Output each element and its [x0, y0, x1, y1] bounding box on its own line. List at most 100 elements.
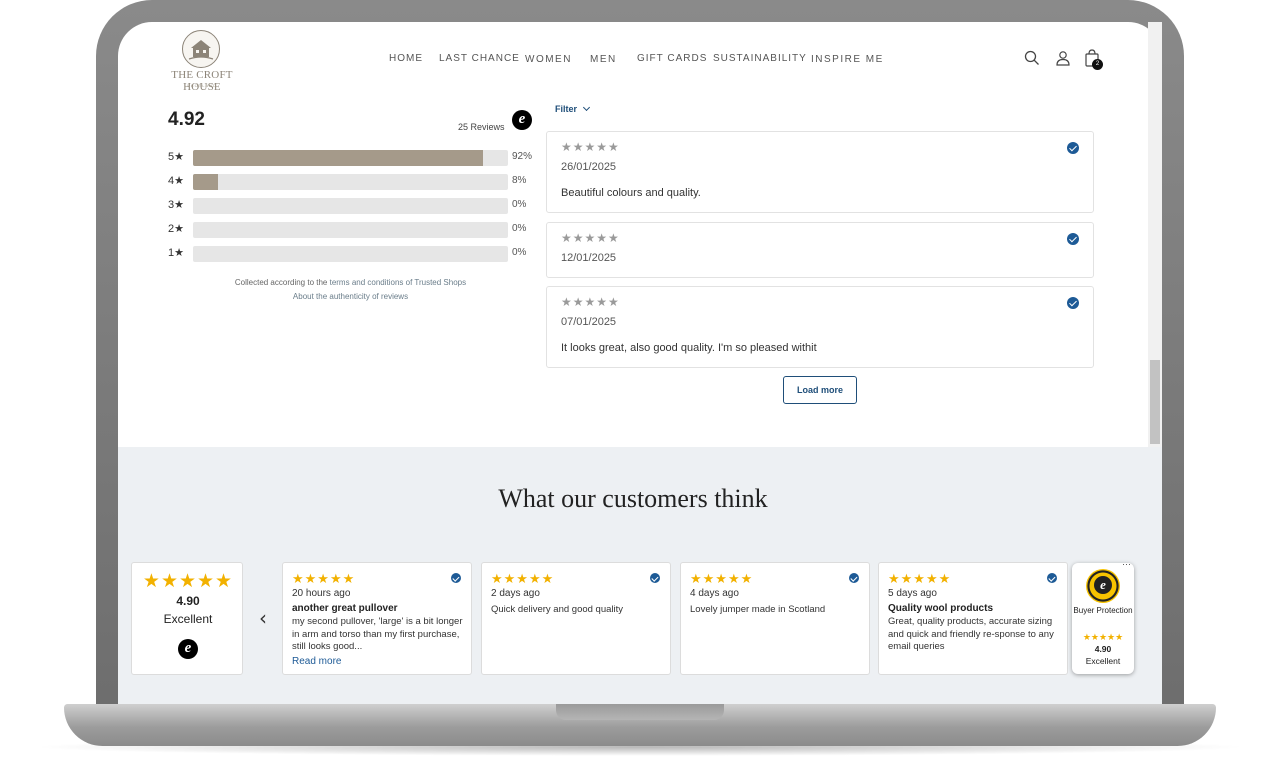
rating-bar-fill — [193, 150, 483, 166]
account-icon[interactable] — [1055, 50, 1073, 68]
review-date: 12/01/2025 — [561, 252, 617, 264]
review-stars: ★★★★★ — [561, 140, 620, 154]
testimonial-body: Lovely jumper made in Scotland — [690, 604, 826, 615]
verified-icon — [451, 573, 461, 583]
rating-bar-track — [193, 150, 508, 166]
testimonial-body: Great, quality products, accurate sizing… — [888, 616, 1054, 652]
rating-bar-track — [193, 174, 508, 190]
testimonial-time: 20 hours ago — [292, 588, 351, 599]
seal-letter: e — [1094, 576, 1112, 594]
reviews-count: 25 Reviews — [458, 122, 505, 132]
rating-bar-percent: 0% — [512, 247, 527, 258]
verified-icon — [1067, 142, 1079, 154]
logo-subtext: SCOTLAND — [187, 83, 217, 88]
rating-bar-percent: 0% — [512, 223, 527, 234]
testimonial-card[interactable]: ★★★★★ 5 days ago Quality wool products G… — [878, 562, 1068, 675]
testimonial-title: Quality wool products — [888, 603, 994, 614]
rating-bar-4[interactable]: 4★ 8% — [168, 174, 538, 190]
house-logo-icon — [182, 30, 220, 68]
cart-icon[interactable]: 2 — [1084, 49, 1106, 71]
rating-bar-percent: 0% — [512, 199, 527, 210]
rating-bar-track — [193, 246, 508, 262]
rating-bar-label: 4★ — [168, 175, 184, 187]
load-more-button[interactable]: Load more — [783, 376, 857, 404]
trusted-shops-badge-icon: e — [178, 639, 198, 659]
review-stars: ★★★★★ — [561, 295, 620, 309]
rating-bar-percent: 92% — [512, 151, 533, 162]
rating-bar-fill — [193, 174, 219, 190]
testimonial-time: 2 days ago — [491, 588, 540, 599]
verified-icon — [1067, 297, 1079, 309]
buyer-protection-badge[interactable]: ··· e Buyer Protection ★★★★★ 4.90 Excell… — [1072, 559, 1134, 674]
site-logo[interactable]: THE CROFT HOUSE SCOTLAND — [152, 28, 252, 93]
testimonial-body: my second pullover, 'large' is a bit lon… — [292, 616, 463, 652]
testimonial-stars: ★★★★★ — [491, 571, 555, 586]
rating-bar-1[interactable]: 1★ 0% — [168, 246, 538, 262]
review-card: ★★★★★ 12/01/2025 — [546, 222, 1094, 278]
testimonial-card[interactable]: ★★★★★ 20 hours ago another great pullove… — [282, 562, 472, 675]
verified-icon — [1067, 233, 1079, 245]
search-icon[interactable] — [1024, 50, 1042, 68]
customers-title: What our customers think — [498, 484, 768, 513]
testimonial-card[interactable]: ★★★★★ 4 days ago Lovely jumper made in S… — [680, 562, 870, 675]
terms-link[interactable]: terms and conditions of Trusted Shops — [330, 278, 467, 287]
trusted-shops-seal-icon: e — [1086, 569, 1120, 603]
read-more-link[interactable]: Read more — [292, 656, 341, 667]
testimonial-stars: ★★★★★ — [888, 571, 952, 586]
buyer-protection-label: Buyer Protection — [1073, 606, 1133, 615]
rating-bar-label: 1★ — [168, 247, 184, 259]
filter-button[interactable]: Filter — [555, 103, 590, 114]
nav-gift-cards[interactable]: GIFT CARDS — [637, 53, 707, 64]
review-date: 26/01/2025 — [561, 161, 617, 173]
review-text: Beautiful colours and quality. — [561, 187, 701, 199]
testimonial-time: 4 days ago — [690, 588, 739, 599]
nav-home[interactable]: HOME — [389, 53, 423, 64]
testimonial-stars: ★★★★★ — [690, 571, 754, 586]
testimonial-card[interactable]: ★★★★★ 2 days ago Quick delivery and good… — [481, 562, 671, 675]
scrollbar-thumb[interactable] — [1150, 360, 1160, 444]
rating-score: 4.92 — [168, 109, 205, 130]
authenticity-link[interactable]: About the authenticity of reviews — [293, 292, 408, 301]
verified-icon — [1047, 573, 1057, 583]
rating-bar-label: 3★ — [168, 199, 184, 211]
chevron-down-icon — [582, 103, 590, 112]
laptop-notch — [556, 704, 724, 720]
rating-bar-label: 2★ — [168, 223, 184, 235]
verified-icon — [849, 573, 859, 583]
review-card: ★★★★★ 26/01/2025 Beautiful colours and q… — [546, 131, 1094, 213]
more-options-icon[interactable]: ··· — [1122, 559, 1131, 569]
rating-bar-label: 5★ — [168, 151, 184, 163]
carousel-prev-button[interactable]: ‹ — [254, 607, 272, 629]
cart-count-badge: 2 — [1092, 59, 1103, 70]
nav-last-chance[interactable]: LAST CHANCE — [439, 53, 520, 64]
filter-label: Filter — [555, 104, 578, 114]
buyer-stars: ★★★★★ — [1082, 632, 1124, 642]
nav-sustainability[interactable]: SUSTAINABILITY — [713, 53, 807, 64]
buyer-rating-label: Excellent — [1085, 656, 1121, 666]
collected-note: Collected according to the terms and con… — [168, 276, 533, 304]
trustbadge-summary-card[interactable]: ★★★★★ 4.90 Excellent e — [131, 562, 243, 675]
nav-women[interactable]: WOMEN — [525, 54, 572, 65]
review-card: ★★★★★ 07/01/2025 It looks great, also go… — [546, 286, 1094, 368]
review-date: 07/01/2025 — [561, 316, 617, 328]
buyer-rating-value: 4.90 — [1094, 644, 1112, 654]
rating-bar-2[interactable]: 2★ 0% — [168, 222, 538, 238]
review-text: It looks great, also good quality. I'm s… — [561, 342, 817, 354]
rating-bar-3[interactable]: 3★ 0% — [168, 198, 538, 214]
summary-value: 4.90 — [176, 594, 200, 608]
summary-stars: ★★★★★ — [142, 571, 234, 592]
testimonial-title: another great pullover — [292, 603, 398, 614]
rating-bar-5[interactable]: 5★ 92% — [168, 150, 538, 166]
rating-bar-percent: 8% — [512, 175, 527, 186]
trusted-shops-badge-icon: e — [512, 110, 532, 130]
testimonial-stars: ★★★★★ — [292, 571, 356, 586]
rating-bar-track — [193, 198, 508, 214]
nav-men[interactable]: MEN — [590, 54, 617, 65]
summary-label: Excellent — [163, 612, 213, 626]
review-stars: ★★★★★ — [561, 231, 620, 245]
collected-prefix: Collected according to the — [234, 278, 330, 287]
verified-icon — [650, 573, 660, 583]
nav-inspire-me[interactable]: INSPIRE ME — [811, 54, 884, 65]
rating-bar-track — [193, 222, 508, 238]
testimonial-time: 5 days ago — [888, 588, 937, 599]
